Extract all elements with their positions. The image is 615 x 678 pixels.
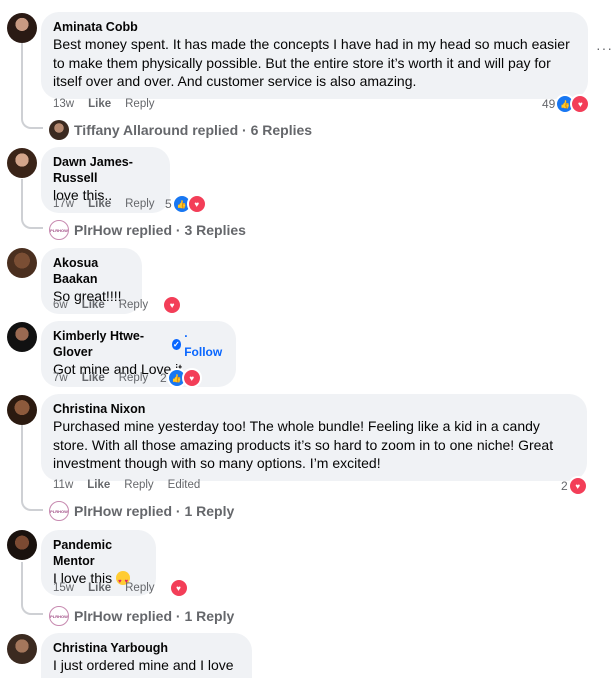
- replies-summary[interactable]: Tiffany Allaround replied · 6 Replies: [49, 120, 312, 140]
- thread-connector: [21, 425, 43, 511]
- comment-text: Best money spent. It has made the concep…: [53, 36, 570, 89]
- love-reaction-icon: ♥: [567, 476, 588, 496]
- comment-time[interactable]: 15w: [53, 582, 74, 594]
- comment-time[interactable]: 17w: [53, 198, 74, 210]
- comment-time[interactable]: 6w: [53, 299, 68, 311]
- replies-summary[interactable]: PLRHOW PlrHow replied · 3 Replies: [49, 220, 246, 240]
- comment-actions: 11w Like Reply Edited: [53, 477, 214, 493]
- like-button[interactable]: Like: [82, 299, 105, 311]
- comment-author[interactable]: Kimberly Htwe-Glover: [53, 328, 168, 360]
- like-button[interactable]: Like: [88, 582, 111, 594]
- comment-author[interactable]: Christina Yarbough: [53, 640, 240, 656]
- replies-summary-text[interactable]: PlrHow replied · 1 Reply: [74, 608, 234, 624]
- reply-avatar: [49, 120, 69, 140]
- comment-bubble: Christina Nixon Purchased mine yesterday…: [41, 394, 587, 481]
- love-reaction-icon: ♥: [186, 194, 207, 214]
- like-button[interactable]: Like: [87, 479, 110, 491]
- reaction-count: 2: [561, 479, 568, 493]
- avatar[interactable]: [7, 530, 37, 560]
- avatar[interactable]: [7, 148, 37, 178]
- verified-badge-icon: ✓: [171, 338, 182, 350]
- reply-button[interactable]: Reply: [125, 98, 154, 110]
- comment-author[interactable]: Dawn James-Russell: [53, 154, 158, 186]
- edited-label: Edited: [167, 479, 201, 491]
- reply-button[interactable]: Reply: [119, 372, 148, 384]
- comment-bubble: Christina Yarbough I just ordered mine a…: [41, 633, 252, 678]
- comment-text: I just ordered mine and I love it!: [53, 657, 234, 678]
- love-reaction-icon: ♥: [570, 94, 591, 114]
- reply-button[interactable]: Reply: [119, 299, 148, 311]
- reply-button[interactable]: Reply: [125, 582, 154, 594]
- reaction-summary[interactable]: 49 👍 ♥: [542, 94, 591, 114]
- thread-connector: [21, 179, 43, 229]
- avatar[interactable]: [7, 248, 37, 278]
- replies-summary[interactable]: PLRHOW PlrHow replied · 1 Reply: [49, 501, 234, 521]
- avatar[interactable]: [7, 322, 37, 352]
- comment-time[interactable]: 13w: [53, 98, 74, 110]
- plrhow-logo-icon: PLRHOW: [49, 220, 69, 240]
- reaction-summary[interactable]: 5 👍 ♥: [165, 194, 207, 214]
- reaction-summary[interactable]: 2 👍 ♥: [160, 368, 202, 388]
- avatar[interactable]: [7, 634, 37, 664]
- love-reaction-icon[interactable]: ♥: [168, 578, 189, 598]
- replies-summary-text[interactable]: PlrHow replied · 3 Replies: [74, 222, 246, 238]
- avatar[interactable]: [7, 13, 37, 43]
- comment-actions: 13w Like Reply: [53, 96, 169, 112]
- reaction-count: 5: [165, 197, 172, 211]
- thread-connector: [21, 43, 43, 129]
- like-button[interactable]: Like: [82, 372, 105, 384]
- comment-actions: 6w Like Reply ♥: [53, 295, 196, 315]
- comment-time[interactable]: 7w: [53, 372, 68, 384]
- like-button[interactable]: Like: [88, 198, 111, 210]
- plrhow-logo-icon: PLRHOW: [49, 501, 69, 521]
- comment-bubble: Aminata Cobb Best money spent. It has ma…: [41, 12, 588, 99]
- replies-summary[interactable]: PLRHOW PlrHow replied · 1 Reply: [49, 606, 234, 626]
- more-options-icon[interactable]: ···: [596, 40, 613, 56]
- comment-author[interactable]: Pandemic Mentor: [53, 537, 144, 569]
- comment-author-row: Kimberly Htwe-Glover ✓ · Follow: [53, 328, 224, 360]
- love-reaction-icon: ♥: [181, 368, 202, 388]
- follow-label[interactable]: Follow: [184, 345, 222, 359]
- comment-author[interactable]: Christina Nixon: [53, 401, 575, 417]
- reaction-count: 2: [160, 371, 167, 385]
- avatar[interactable]: [7, 395, 37, 425]
- thread-connector: [21, 562, 43, 615]
- reply-button[interactable]: Reply: [124, 479, 153, 491]
- love-reaction-icon[interactable]: ♥: [162, 295, 183, 315]
- comment-actions: 17w Like Reply: [53, 196, 169, 212]
- comment-author[interactable]: Akosua Baakan: [53, 255, 130, 287]
- comment-actions: 7w Like Reply: [53, 370, 162, 386]
- replies-summary-text[interactable]: Tiffany Allaround replied · 6 Replies: [74, 122, 312, 138]
- reaction-summary[interactable]: 2 ♥: [561, 476, 588, 496]
- comment-time[interactable]: 11w: [53, 479, 73, 491]
- plrhow-logo-icon: PLRHOW: [49, 606, 69, 626]
- replies-summary-text[interactable]: PlrHow replied · 1 Reply: [74, 503, 234, 519]
- like-button[interactable]: Like: [88, 98, 111, 110]
- follow-button[interactable]: · Follow: [184, 328, 224, 360]
- comment-author[interactable]: Aminata Cobb: [53, 19, 576, 35]
- comment-text: Purchased mine yesterday too! The whole …: [53, 418, 554, 471]
- reaction-count: 49: [542, 97, 556, 111]
- comment-actions: 15w Like Reply ♥: [53, 578, 203, 598]
- reply-button[interactable]: Reply: [125, 198, 154, 210]
